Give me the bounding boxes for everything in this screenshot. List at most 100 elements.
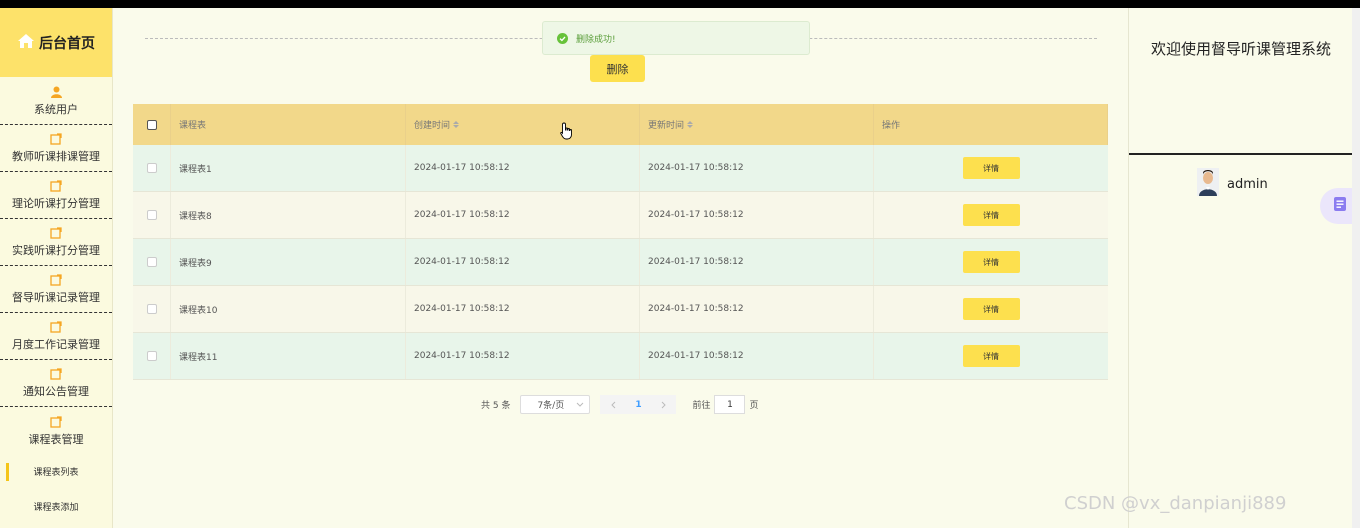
- sort-icon[interactable]: [453, 121, 460, 128]
- edit-icon: [50, 226, 62, 240]
- detail-button[interactable]: 详情: [962, 251, 1020, 273]
- cell-created: 2024-01-17 10:58:12: [406, 192, 640, 238]
- edit-icon: [50, 179, 62, 193]
- sidebar-item-teacher-schedule[interactable]: 教师听课排课管理: [0, 125, 112, 172]
- header-updated[interactable]: 更新时间: [640, 104, 874, 145]
- cell-name: 课程表10: [171, 286, 406, 332]
- edit-icon: [50, 273, 62, 287]
- user-info[interactable]: admin: [1197, 168, 1268, 200]
- notes-icon: [1331, 195, 1349, 217]
- pagination-total: 共 5 条: [481, 401, 511, 411]
- select-all-checkbox[interactable]: [146, 119, 157, 130]
- sidebar-item-label: 实践听课打分管理: [12, 244, 100, 257]
- sort-icon[interactable]: [687, 121, 694, 128]
- table-header: 课程表 创建时间 更新时间 操作: [133, 104, 1108, 145]
- header-updated-label: 更新时间: [648, 121, 685, 131]
- table-row: 课程表9 2024-01-17 10:58:12 2024-01-17 10:5…: [133, 239, 1108, 286]
- cell-name: 课程表1: [171, 145, 406, 191]
- scrollbar[interactable]: [1352, 8, 1360, 528]
- cell-created: 2024-01-17 10:58:12: [406, 239, 640, 285]
- timetable-table: 课程表 创建时间 更新时间 操作 课程表1 2024-01-17 10:58:1…: [133, 104, 1108, 380]
- detail-button[interactable]: 详情: [962, 298, 1020, 320]
- sidebar-item-users[interactable]: 系统用户: [0, 77, 112, 125]
- cell-name: 课程表8: [171, 192, 406, 238]
- right-panel: 欢迎使用督导听课管理系统 admin: [1128, 8, 1353, 528]
- sidebar-item-label: 系统用户: [34, 102, 78, 116]
- header-name: 课程表: [171, 104, 406, 145]
- row-checkbox[interactable]: [146, 351, 157, 361]
- edit-icon: [50, 132, 62, 146]
- hand-cursor-icon: [560, 122, 574, 144]
- sidebar-item-notices[interactable]: 通知公告管理: [0, 360, 112, 407]
- header-op: 操作: [874, 104, 1108, 145]
- avatar: [1197, 168, 1219, 200]
- header-created-label: 创建时间: [414, 121, 451, 131]
- top-bar: [0, 0, 1360, 8]
- sidebar-home-label: 后台首页: [39, 35, 95, 52]
- welcome-text: 欢迎使用督导听课管理系统: [1150, 40, 1331, 58]
- sidebar-item-supervision-records[interactable]: 督导听课记录管理: [0, 266, 112, 313]
- cell-updated: 2024-01-17 10:58:12: [640, 333, 874, 379]
- row-checkbox[interactable]: [146, 304, 157, 314]
- edit-icon: [50, 367, 62, 381]
- row-checkbox[interactable]: [146, 210, 157, 220]
- user-icon: [50, 85, 62, 99]
- edit-icon: [50, 415, 62, 429]
- sidebar-item-label: 督导听课记录管理: [12, 291, 100, 304]
- sidebar-item-timetable[interactable]: 课程表管理: [0, 407, 112, 454]
- row-checkbox[interactable]: [146, 257, 157, 267]
- table-row: 课程表1 2024-01-17 10:58:12 2024-01-17 10:5…: [133, 145, 1108, 192]
- edit-icon: [50, 320, 62, 334]
- chevron-left-icon: [611, 401, 616, 408]
- cell-created: 2024-01-17 10:58:12: [406, 286, 640, 332]
- toast-message: 删除成功!: [576, 34, 616, 45]
- page-size-select[interactable]: 7条/页: [520, 395, 591, 414]
- page-size-value: 7条/页: [537, 401, 565, 411]
- detail-button[interactable]: 详情: [962, 157, 1020, 179]
- goto-page-input[interactable]: [714, 395, 746, 414]
- table-row: 课程表11 2024-01-17 10:58:12 2024-01-17 10:…: [133, 333, 1108, 380]
- username: admin: [1227, 176, 1268, 192]
- page-number-current[interactable]: 1: [626, 395, 651, 414]
- sidebar-subitem-timetable-list[interactable]: 课程表列表: [0, 454, 112, 489]
- sidebar-item-label: 教师听课排课管理: [12, 150, 100, 163]
- goto-suffix: 页: [749, 401, 759, 411]
- goto-label: 前往: [692, 401, 711, 411]
- main-content: 删除成功! 删除 课程表 创建时间 更新时间 操作 课程表1 2024-01-1…: [113, 8, 1128, 528]
- sidebar-item-theory-scoring[interactable]: 理论听课打分管理: [0, 172, 112, 219]
- sidebar-item-label: 月度工作记录管理: [12, 338, 100, 351]
- cell-updated: 2024-01-17 10:58:12: [640, 286, 874, 332]
- sidebar-item-monthly-records[interactable]: 月度工作记录管理: [0, 313, 112, 360]
- prev-page-button[interactable]: [600, 395, 627, 414]
- next-page-button[interactable]: [650, 395, 677, 414]
- sidebar-item-label: 理论听课打分管理: [12, 197, 100, 210]
- table-row: 课程表10 2024-01-17 10:58:12 2024-01-17 10:…: [133, 286, 1108, 333]
- success-toast: 删除成功!: [542, 21, 810, 55]
- sidebar-item-practice-scoring[interactable]: 实践听课打分管理: [0, 219, 112, 266]
- sidebar-item-label: 通知公告管理: [23, 385, 89, 398]
- header-created[interactable]: 创建时间: [406, 104, 640, 145]
- detail-button[interactable]: 详情: [962, 204, 1020, 226]
- cell-updated: 2024-01-17 10:58:12: [640, 145, 874, 191]
- sidebar-home[interactable]: 后台首页: [0, 8, 112, 77]
- cell-updated: 2024-01-17 10:58:12: [640, 239, 874, 285]
- sidebar-item-label: 课程表管理: [28, 432, 84, 446]
- sidebar-subitem-timetable-add[interactable]: 课程表添加: [0, 489, 112, 524]
- check-circle-icon: [557, 29, 568, 48]
- cell-updated: 2024-01-17 10:58:12: [640, 192, 874, 238]
- cell-created: 2024-01-17 10:58:12: [406, 145, 640, 191]
- table-row: 课程表8 2024-01-17 10:58:12 2024-01-17 10:5…: [133, 192, 1108, 239]
- cell-name: 课程表9: [171, 239, 406, 285]
- sidebar: 后台首页 系统用户 教师听课排课管理 理论听课打分管理 实践听课打分管理 督导听…: [0, 8, 113, 528]
- detail-button[interactable]: 详情: [962, 345, 1020, 367]
- cell-name: 课程表11: [171, 333, 406, 379]
- chevron-right-icon: [661, 401, 666, 408]
- home-icon: [17, 33, 35, 53]
- divider: [1129, 153, 1353, 155]
- watermark: CSDN @vx_danpianji889: [1064, 493, 1287, 514]
- delete-button[interactable]: 删除: [590, 55, 645, 82]
- cell-created: 2024-01-17 10:58:12: [406, 333, 640, 379]
- chevron-down-icon: [576, 400, 584, 410]
- row-checkbox[interactable]: [146, 163, 157, 173]
- pagination: 共 5 条 7条/页 1 前往 页: [481, 395, 758, 414]
